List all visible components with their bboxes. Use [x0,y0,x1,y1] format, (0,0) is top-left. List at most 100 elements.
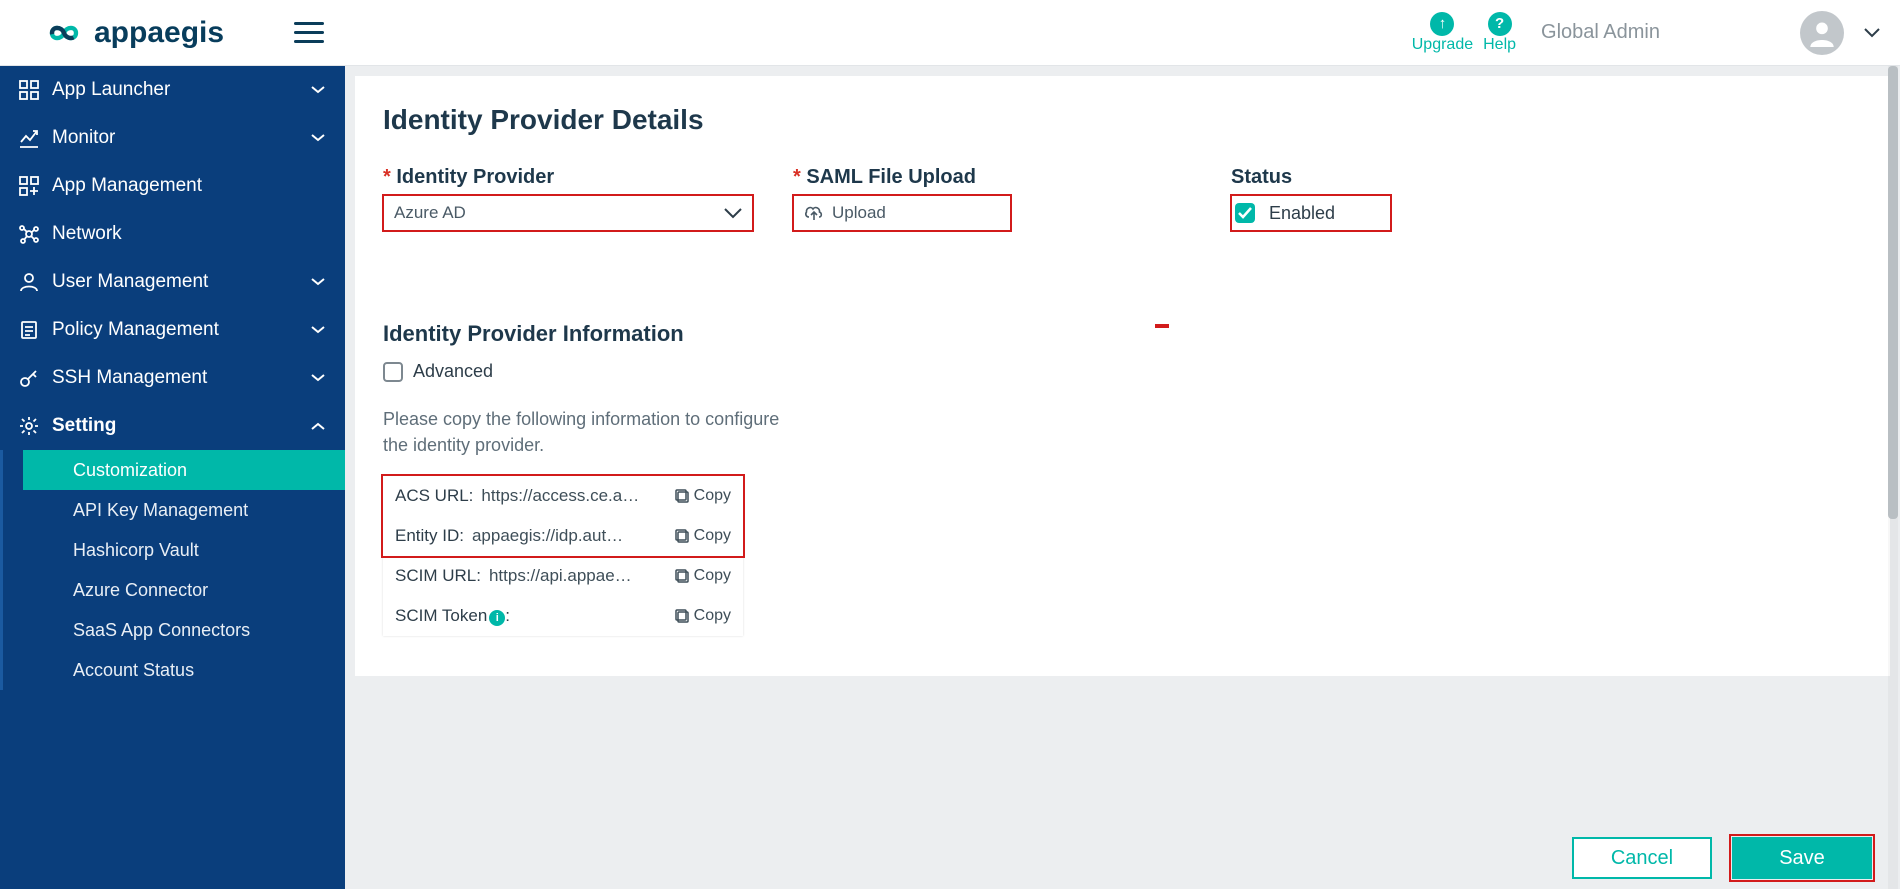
info-key: Entity ID: [395,526,464,546]
annotation-mark [1155,324,1169,328]
brand-name: appaegis [94,16,224,50]
chevron-down-icon [724,208,742,219]
sidebar: App Launcher Monitor Ap [0,66,345,889]
upgrade-label: Upgrade [1412,36,1473,54]
field-identity-provider: Identity Provider Azure AD [383,166,753,231]
info-help-icon[interactable]: i [489,610,505,626]
copy-icon [674,528,690,544]
sidebar-item-ssh-management[interactable]: SSH Management [0,354,345,402]
chevron-down-icon [311,134,331,142]
avatar[interactable] [1800,11,1844,55]
question-icon: ? [1488,12,1512,36]
user-icon [14,272,44,292]
cloud-upload-icon [804,204,824,222]
gear-icon [14,416,44,436]
sidebar-sub-api-key[interactable]: API Key Management [23,490,345,530]
copy-button[interactable]: Copy [674,567,731,585]
chevron-up-icon [311,422,331,430]
sidebar-sub-azure-connector[interactable]: Azure Connector [23,570,345,610]
user-icon [1808,19,1836,47]
footer-actions: Cancel Save [1572,837,1872,879]
field-saml-upload: SAML File Upload Upload [793,166,1011,231]
key-icon [14,368,44,388]
info-key: SCIM URL: [395,566,481,586]
idp-value: Azure AD [394,203,466,223]
upload-label: Upload [832,203,886,223]
sidebar-item-label: Policy Management [52,319,311,341]
arrow-up-icon: ↑ [1430,12,1454,36]
cancel-button[interactable]: Cancel [1572,837,1712,879]
sidebar-sub-customization[interactable]: Customization [23,450,345,490]
grid-icon [14,80,44,100]
sidebar-item-label: Network [52,223,331,245]
status-value: Enabled [1269,203,1335,224]
sidebar-item-label: App Management [52,175,331,197]
sidebar-item-app-management[interactable]: App Management [0,162,345,210]
info-row-scim-token: SCIM Tokeni: Copy [383,596,743,636]
sidebar-item-label: Setting [52,415,311,437]
sidebar-item-user-management[interactable]: User Management [0,258,345,306]
upgrade-link[interactable]: ↑ Upgrade [1412,12,1473,54]
chart-line-icon [14,128,44,148]
advanced-checkbox[interactable] [383,362,403,382]
account-menu-caret[interactable] [1864,28,1880,38]
save-button[interactable]: Save [1732,837,1872,879]
sidebar-item-monitor[interactable]: Monitor [0,114,345,162]
info-value: appaegis://idp.aut… [472,526,666,546]
status-checkbox[interactable] [1235,203,1255,223]
infinity-icon [40,19,88,47]
chevron-down-icon [311,326,331,334]
copy-label: Copy [694,527,731,545]
copy-label: Copy [694,607,731,625]
copy-button[interactable]: Copy [674,487,731,505]
scrollbar-thumb[interactable] [1888,66,1898,519]
copy-button[interactable]: Copy [674,527,731,545]
sidebar-sub-hashicorp-vault[interactable]: Hashicorp Vault [23,530,345,570]
chevron-down-icon [311,86,331,94]
policy-icon [14,320,44,340]
top-links: ↑ Upgrade ? Help [1412,12,1516,54]
menu-toggle[interactable] [294,22,324,43]
status-enabled-row: Enabled [1231,195,1391,231]
copy-icon [674,488,690,504]
grid-plus-icon [14,176,44,196]
help-label: Help [1483,36,1516,54]
main-panel: Identity Provider Details Identity Provi… [345,66,1900,889]
idp-label: Identity Provider [383,166,753,189]
idp-select[interactable]: Azure AD [383,195,753,231]
info-row-acs: ACS URL: https://access.ce.a… Copy [383,476,743,516]
copy-icon [674,608,690,624]
help-link[interactable]: ? Help [1483,12,1516,54]
upload-button[interactable]: Upload [793,195,1011,231]
chevron-down-icon [311,278,331,286]
advanced-label: Advanced [413,361,493,382]
sidebar-item-app-launcher[interactable]: App Launcher [0,66,345,114]
copy-label: Copy [694,567,731,585]
copy-button[interactable]: Copy [674,607,731,625]
content-card: Identity Provider Details Identity Provi… [355,76,1890,676]
network-icon [14,224,44,244]
info-value: https://api.appae… [489,566,666,586]
info-value: https://access.ce.a… [481,486,665,506]
sidebar-item-label: User Management [52,271,311,293]
chevron-down-icon [311,374,331,382]
copy-icon [674,568,690,584]
sidebar-item-policy-management[interactable]: Policy Management [0,306,345,354]
info-row-entity: Entity ID: appaegis://idp.aut… Copy [383,516,743,556]
advanced-row: Advanced [383,361,1862,382]
sidebar-subnav-setting: Customization API Key Management Hashico… [0,450,345,690]
scrollbar[interactable] [1888,66,1898,889]
page-title: Identity Provider Details [383,104,1862,136]
saml-label: SAML File Upload [793,166,1011,189]
sidebar-sub-saas-connectors[interactable]: SaaS App Connectors [23,610,345,650]
role-label: Global Admin [1541,21,1660,44]
sidebar-item-network[interactable]: Network [0,210,345,258]
topbar: appaegis ↑ Upgrade ? Help Global Admin [0,0,1900,66]
field-status: Status Enabled [1231,166,1391,231]
sidebar-item-setting[interactable]: Setting [0,402,345,450]
info-key: SCIM Tokeni: [395,606,510,626]
sidebar-sub-account-status[interactable]: Account Status [23,650,345,690]
info-row-scim-url: SCIM URL: https://api.appae… Copy [383,556,743,596]
info-instruction: Please copy the following information to… [383,406,803,458]
brand-logo[interactable]: appaegis [40,16,224,50]
